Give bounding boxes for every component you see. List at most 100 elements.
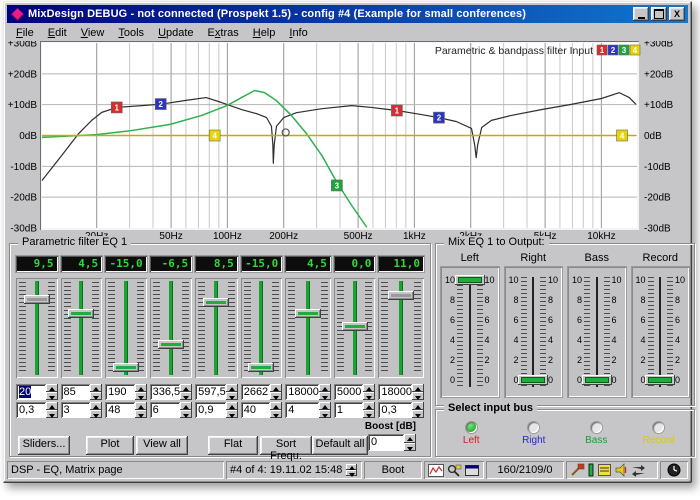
- menu-item-tools[interactable]: Tools: [111, 25, 151, 41]
- spinner-up-icon[interactable]: [180, 384, 192, 392]
- spinner-down-icon[interactable]: [180, 410, 192, 418]
- spinner-up-icon[interactable]: [319, 402, 331, 410]
- eq-freq-spinner[interactable]: [46, 384, 58, 400]
- plot-icon[interactable]: [428, 464, 444, 477]
- eq-q-spinner[interactable]: [226, 402, 238, 418]
- eq-freq-spinner[interactable]: [319, 384, 331, 400]
- radio-button[interactable]: [653, 422, 664, 433]
- spinner-down-icon[interactable]: [135, 392, 147, 400]
- slider-thumb[interactable]: [582, 375, 612, 385]
- input-bus-option-right[interactable]: Right: [503, 422, 566, 446]
- eq-gain-slider[interactable]: [105, 278, 147, 378]
- eq-gain-slider[interactable]: [16, 278, 58, 378]
- eq-freq-spinner[interactable]: [412, 384, 424, 400]
- eq-q-spinner[interactable]: [90, 402, 102, 418]
- radio-button[interactable]: [528, 422, 539, 433]
- eq-freq-field[interactable]: 597,5: [195, 384, 226, 400]
- eq-freq-spinner[interactable]: [135, 384, 147, 400]
- spinner-down-icon[interactable]: [226, 410, 238, 418]
- eq-q-spinner[interactable]: [412, 402, 424, 418]
- mix-level-slider[interactable]: 10108866442200: [505, 267, 563, 397]
- eq-q-field[interactable]: 48: [105, 402, 135, 418]
- slider-thumb[interactable]: [113, 363, 139, 372]
- slider-thumb[interactable]: [24, 295, 50, 304]
- flat-button[interactable]: Flat: [208, 436, 258, 455]
- eq-q-spinner[interactable]: [363, 402, 375, 418]
- eq-freq-field[interactable]: 85: [61, 384, 91, 400]
- input-bus-option-left[interactable]: Left: [440, 422, 503, 446]
- tools-icon[interactable]: [570, 463, 585, 477]
- menu-item-help[interactable]: Help: [246, 25, 283, 41]
- eq-q-spinner[interactable]: [135, 402, 147, 418]
- spinner-up-icon[interactable]: [46, 402, 58, 410]
- spinner-up-icon[interactable]: [319, 384, 331, 392]
- eq-gain-slider[interactable]: [150, 278, 193, 378]
- eq-gain-slider[interactable]: [195, 278, 238, 378]
- level-icon[interactable]: [587, 463, 595, 477]
- boost-down-icon[interactable]: [404, 443, 416, 452]
- eq-q-spinner[interactable]: [180, 402, 192, 418]
- eq-q-field[interactable]: 0,9: [195, 402, 226, 418]
- eq-q-field[interactable]: 6: [150, 402, 181, 418]
- menu-item-file[interactable]: File: [9, 25, 41, 41]
- eq-q-spinner[interactable]: [46, 402, 58, 418]
- slider-thumb[interactable]: [295, 309, 321, 318]
- spinner-up-icon[interactable]: [135, 402, 147, 410]
- spinner-up-icon[interactable]: [46, 384, 58, 392]
- spinner-up-icon[interactable]: [270, 384, 282, 392]
- sliders-button[interactable]: Sliders...: [18, 436, 70, 455]
- eq-freq-field[interactable]: 2662: [241, 384, 271, 400]
- eq-q-spinner[interactable]: [270, 402, 282, 418]
- slider-thumb[interactable]: [158, 340, 184, 349]
- menu-item-edit[interactable]: Edit: [41, 25, 74, 41]
- input-bus-option-record[interactable]: Record: [628, 422, 691, 446]
- eq-q-field[interactable]: 3: [61, 402, 91, 418]
- boost-spinner[interactable]: 0: [368, 434, 416, 451]
- slider-thumb[interactable]: [248, 363, 274, 372]
- spinner-down-icon[interactable]: [180, 392, 192, 400]
- eq-freq-field[interactable]: 5000: [334, 384, 364, 400]
- eq-gain-slider[interactable]: [285, 278, 331, 378]
- menu-item-update[interactable]: Update: [151, 25, 200, 41]
- eq-freq-field[interactable]: 20: [16, 384, 46, 400]
- spinner-down-icon[interactable]: [412, 410, 424, 418]
- slider-thumb[interactable]: [518, 375, 548, 385]
- eq-gain-slider[interactable]: [61, 278, 103, 378]
- boost-field[interactable]: 0: [368, 434, 404, 451]
- mix-level-slider[interactable]: 10108866442200: [568, 267, 626, 397]
- radio-button[interactable]: [591, 422, 602, 433]
- notes-icon[interactable]: [597, 463, 612, 477]
- config-spinner[interactable]: [346, 464, 357, 476]
- eq-freq-field[interactable]: 336,5: [150, 384, 181, 400]
- mix-level-slider[interactable]: 10108866442200: [632, 267, 690, 397]
- slider-thumb[interactable]: [388, 291, 414, 300]
- spinner-up-icon[interactable]: [135, 384, 147, 392]
- spinner-up-icon[interactable]: [226, 384, 238, 392]
- spinner-down-icon[interactable]: [270, 392, 282, 400]
- spinner-down-icon[interactable]: [46, 392, 58, 400]
- spinner-down-icon[interactable]: [270, 410, 282, 418]
- spinner-up-icon[interactable]: [270, 402, 282, 410]
- eq-freq-spinner[interactable]: [180, 384, 192, 400]
- eq-freq-field[interactable]: 18000: [378, 384, 412, 400]
- zoom-icon[interactable]: [446, 464, 462, 477]
- menu-item-info[interactable]: Info: [282, 25, 314, 41]
- menu-item-view[interactable]: View: [74, 25, 112, 41]
- eq-gain-slider[interactable]: [334, 278, 376, 378]
- spinner-up-icon[interactable]: [363, 402, 375, 410]
- spinner-down-icon[interactable]: [319, 410, 331, 418]
- eq-gain-slider[interactable]: [241, 278, 283, 378]
- speaker-icon[interactable]: [614, 463, 629, 477]
- slider-thumb[interactable]: [68, 309, 94, 318]
- spinner-down-icon[interactable]: [90, 392, 102, 400]
- eq-freq-spinner[interactable]: [90, 384, 102, 400]
- eq-freq-spinner[interactable]: [270, 384, 282, 400]
- config-down-icon[interactable]: [346, 470, 357, 476]
- eq-q-field[interactable]: 4: [285, 402, 319, 418]
- minimize-button[interactable]: [633, 7, 649, 21]
- spinner-up-icon[interactable]: [90, 402, 102, 410]
- close-button[interactable]: X: [669, 7, 685, 21]
- view-all-button[interactable]: View all: [136, 436, 188, 455]
- sort-frequ-button[interactable]: Sort Frequ.: [260, 436, 312, 455]
- spinner-down-icon[interactable]: [226, 392, 238, 400]
